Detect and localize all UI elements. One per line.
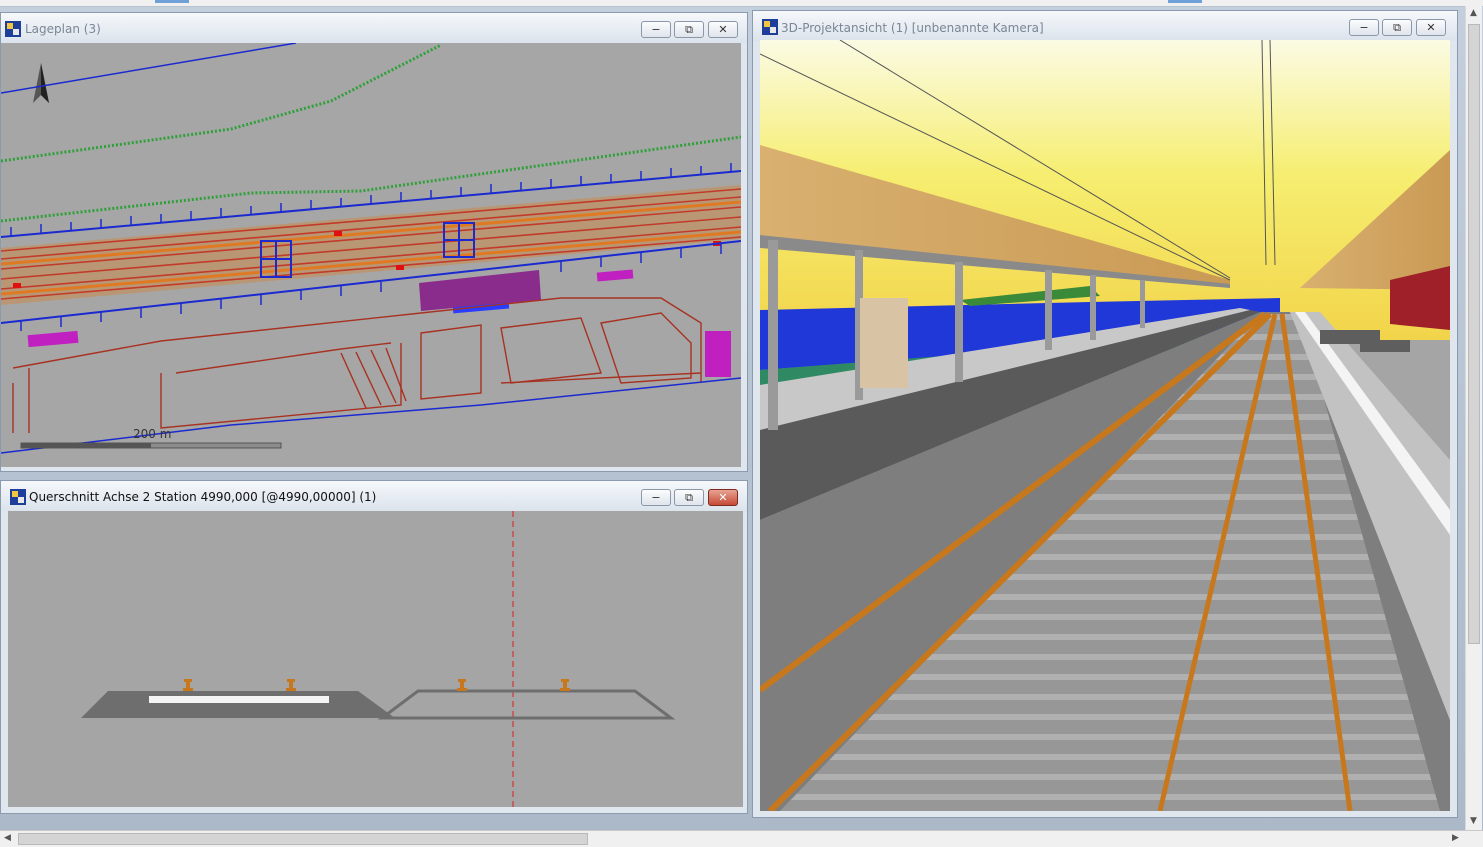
querschnitt-titlebar[interactable]: Querschnitt Achse 2 Station 4990,000 [@4… — [1, 481, 747, 511]
restore-button[interactable]: ⧉ — [674, 21, 704, 38]
close-icon: ✕ — [718, 491, 728, 504]
horizontal-scrollbar[interactable]: ◀ ▶ — [0, 830, 1483, 847]
view3d-canvas[interactable] — [760, 40, 1450, 811]
restore-icon: ⧉ — [685, 22, 693, 36]
platform-edge — [149, 696, 329, 703]
minimize-button[interactable]: − — [641, 489, 671, 506]
view3d-window[interactable]: 3D-Projektansicht (1) [unbenannte Kamera… — [752, 10, 1458, 818]
building — [705, 331, 731, 377]
site-plan-drawing[interactable] — [1, 43, 741, 467]
scroll-right-icon[interactable]: ▶ — [1452, 833, 1459, 843]
app-icon — [10, 489, 26, 505]
restore-button[interactable]: ⧉ — [674, 489, 704, 506]
lageplan-titlebar[interactable]: Lageplan (3) − ⧉ ✕ — [1, 13, 747, 43]
view3d-titlebar[interactable]: 3D-Projektansicht (1) [unbenannte Kamera… — [753, 11, 1457, 41]
close-icon: ✕ — [1426, 21, 1436, 34]
querschnitt-title: Querschnitt Achse 2 Station 4990,000 [@4… — [29, 490, 377, 504]
vertical-scrollbar[interactable]: ▲ ▼ — [1465, 6, 1482, 830]
close-button[interactable]: ✕ — [708, 489, 738, 506]
lageplan-window[interactable]: Lageplan (3) − ⧉ ✕ 200 m — [0, 12, 748, 472]
scroll-down-icon[interactable]: ▼ — [1470, 816, 1477, 826]
horizontal-scroll-thumb[interactable] — [18, 833, 588, 845]
close-button[interactable]: ✕ — [708, 21, 738, 38]
vertical-scroll-thumb[interactable] — [1468, 24, 1480, 644]
cross-section-drawing[interactable] — [8, 511, 743, 807]
lageplan-title: Lageplan (3) — [25, 22, 101, 36]
app-icon — [762, 19, 778, 35]
platform-body — [81, 691, 395, 718]
view3d-title: 3D-Projektansicht (1) [unbenannte Kamera… — [781, 21, 1044, 35]
minimize-button[interactable]: − — [1349, 19, 1379, 36]
restore-button[interactable]: ⧉ — [1382, 19, 1412, 36]
querschnitt-window[interactable]: Querschnitt Achse 2 Station 4990,000 [@4… — [0, 480, 748, 814]
scroll-up-icon[interactable]: ▲ — [1470, 8, 1477, 18]
toolbar-tab-indicator — [155, 0, 189, 3]
scroll-left-icon[interactable]: ◀ — [4, 833, 11, 843]
app-icon — [5, 21, 21, 37]
scale-label: 200 m — [133, 427, 172, 441]
toolbar-tab-indicator — [1168, 0, 1202, 3]
top-toolbar-edge — [0, 0, 1483, 7]
minimize-icon: − — [651, 491, 661, 504]
close-button[interactable]: ✕ — [1416, 19, 1446, 36]
restore-icon: ⧉ — [1393, 20, 1401, 34]
info-board — [860, 298, 908, 388]
close-icon: ✕ — [718, 23, 728, 36]
restore-icon: ⧉ — [685, 490, 693, 504]
rendered-3d-scene[interactable] — [760, 40, 1450, 811]
minimize-icon: − — [651, 23, 661, 36]
minimize-button[interactable]: − — [641, 21, 671, 38]
scale-bar — [20, 442, 282, 449]
querschnitt-canvas[interactable] — [8, 511, 743, 807]
minimize-icon: − — [1359, 21, 1369, 34]
lageplan-canvas[interactable]: 200 m — [1, 43, 741, 467]
